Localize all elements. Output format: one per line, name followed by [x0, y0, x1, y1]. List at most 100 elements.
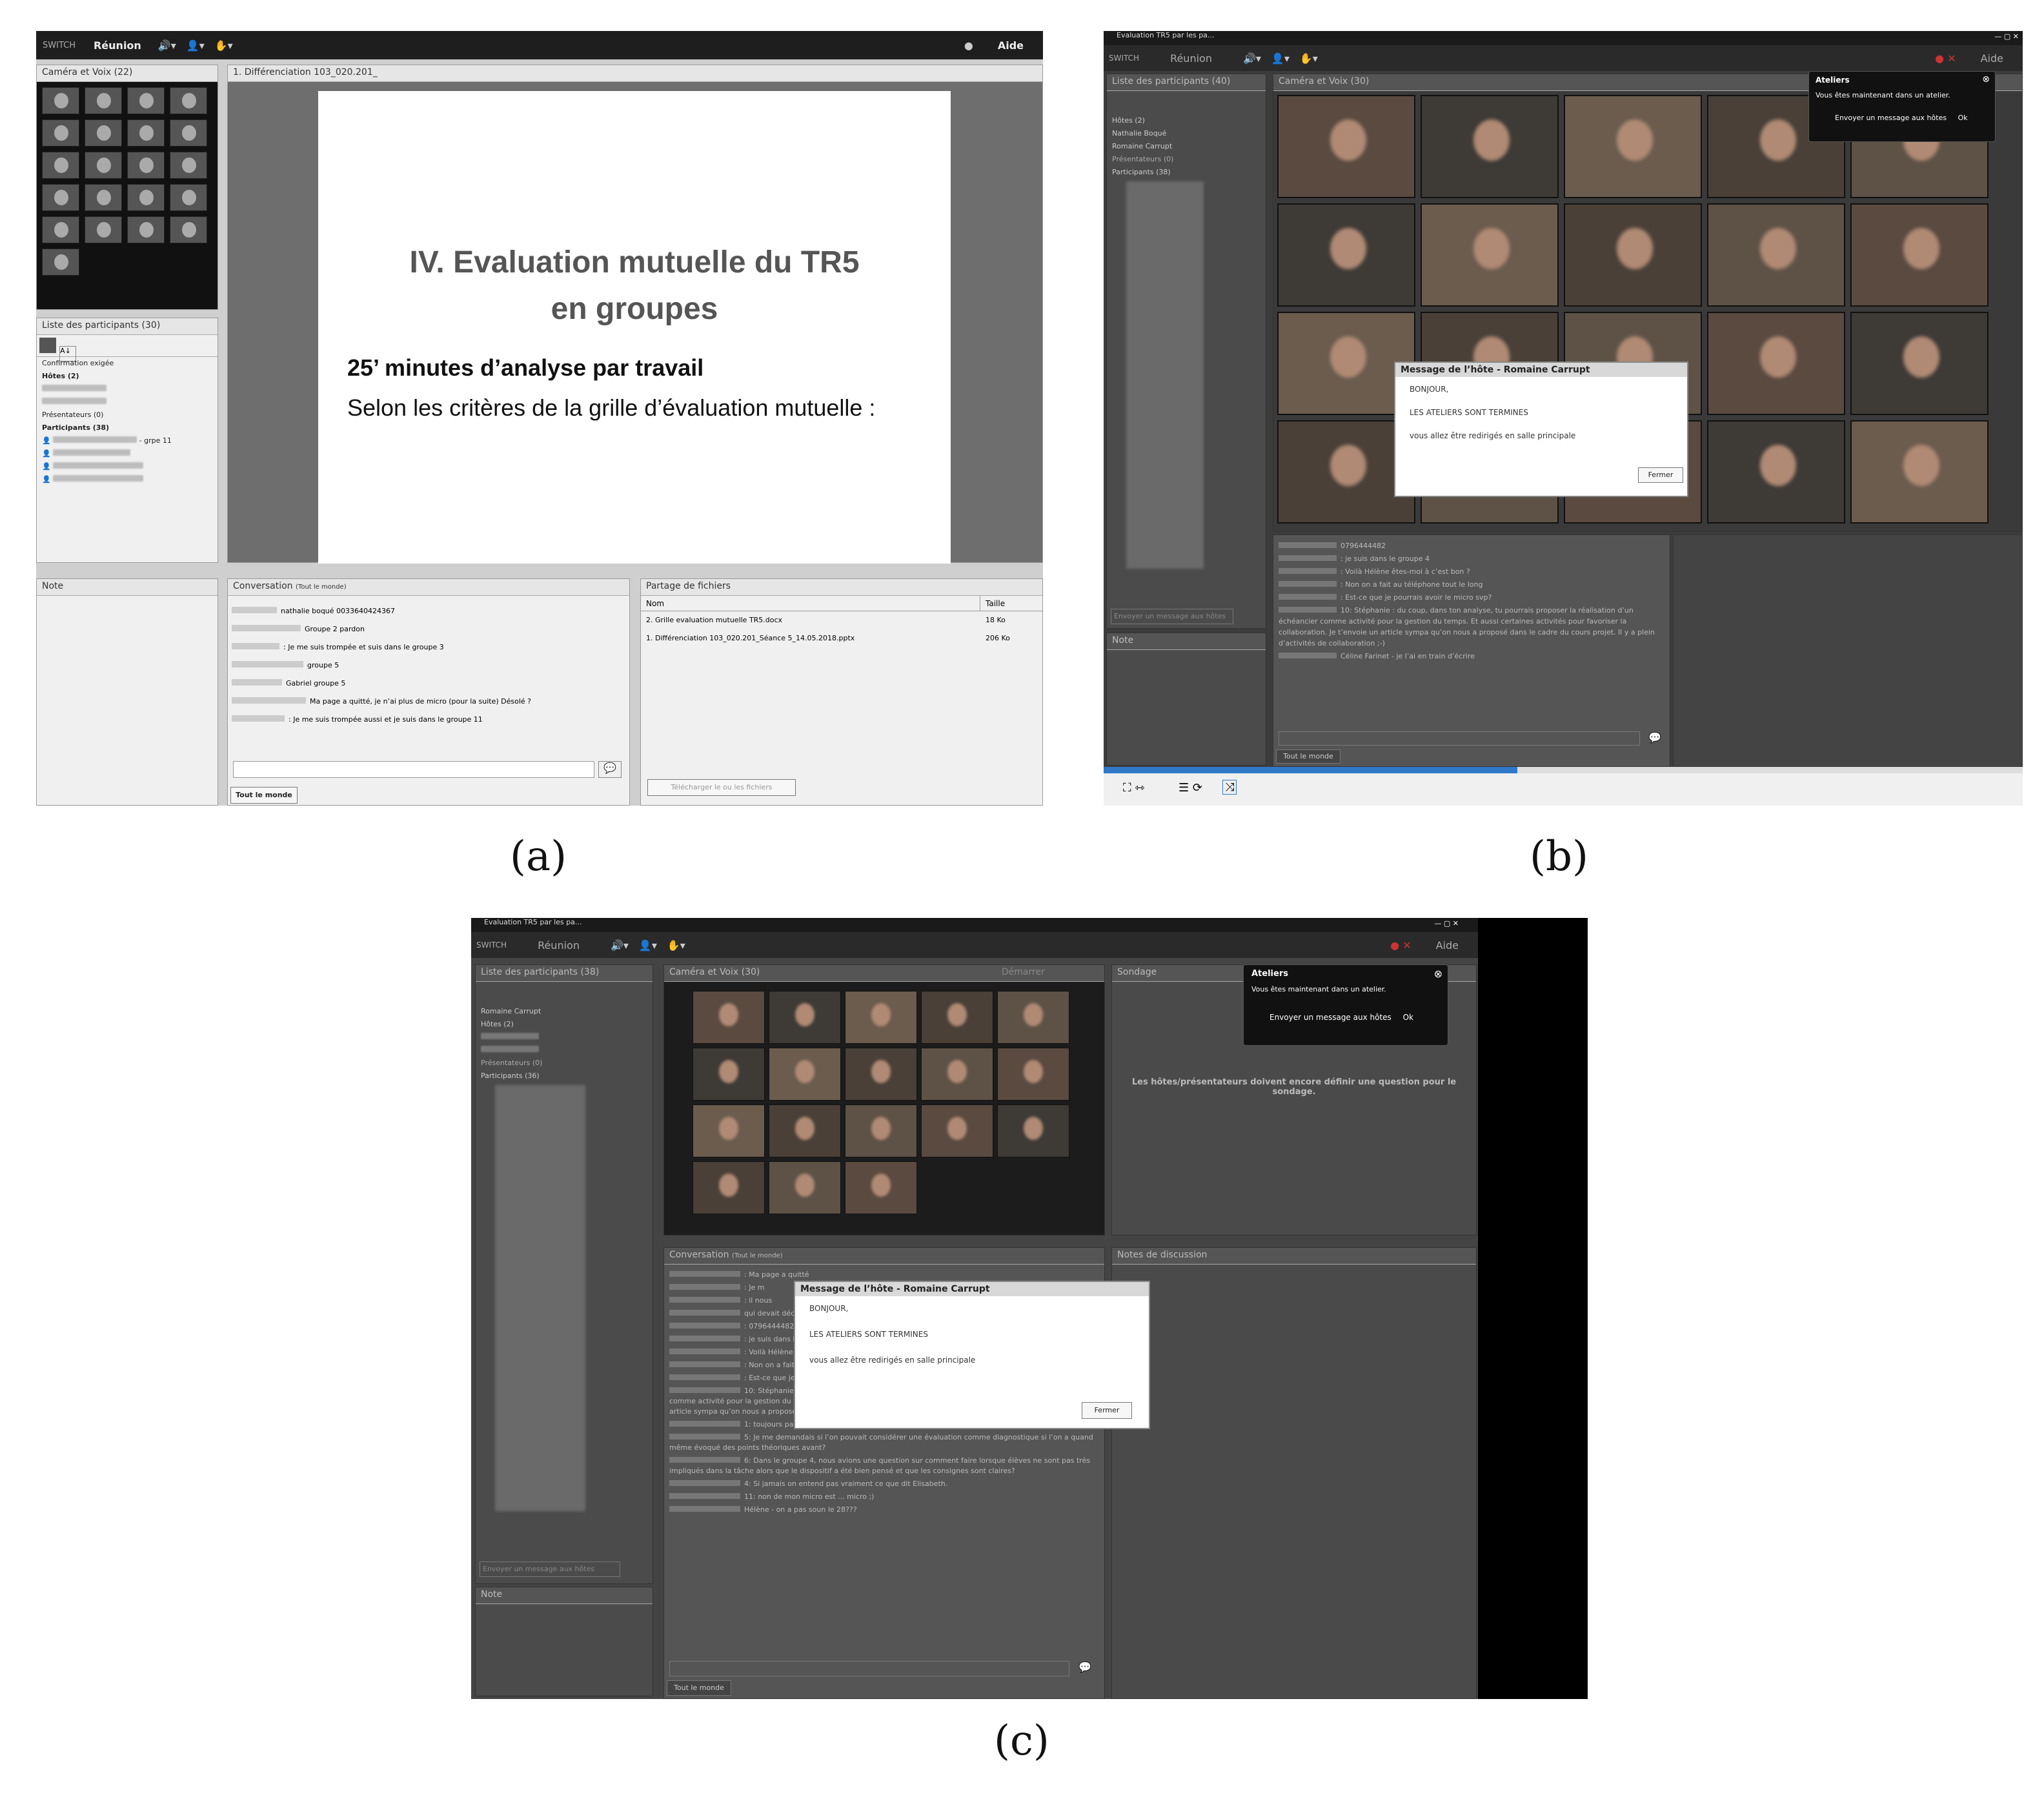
video-tile[interactable] — [170, 119, 207, 147]
help-menu[interactable]: Aide — [1417, 939, 1478, 951]
video-tile[interactable] — [693, 991, 765, 1044]
video-tile[interactable] — [127, 216, 165, 243]
tab-everyone[interactable]: Tout le monde — [667, 1680, 731, 1696]
start-camera-button[interactable]: Démarrer — [1002, 967, 1045, 977]
close-icon[interactable]: ⊗ — [1982, 74, 1990, 85]
video-tile[interactable] — [42, 152, 79, 179]
participants-group[interactable]: Participants (36) — [476, 1070, 653, 1083]
presenters-group[interactable]: Présentateurs (0) — [1107, 153, 1266, 166]
video-tile[interactable] — [127, 152, 165, 179]
video-tile[interactable] — [845, 991, 917, 1044]
video-tile[interactable] — [170, 152, 207, 179]
video-tile[interactable] — [1707, 312, 1845, 415]
help-menu[interactable]: Aide — [978, 39, 1043, 52]
video-tile[interactable] — [1707, 420, 1845, 524]
file-row[interactable]: 2. Grille evaluation mutuelle TR5.docx 18… — [641, 611, 1042, 629]
hosts-group[interactable]: Hôtes (2) — [37, 370, 218, 383]
hand-icon[interactable]: ✋▾ — [1300, 52, 1318, 65]
meeting-menu[interactable]: Réunion — [1144, 52, 1238, 65]
video-tile[interactable] — [997, 991, 1069, 1044]
window-close-icon[interactable]: — ▢ ✕ — [1434, 919, 1459, 928]
video-tile[interactable] — [997, 1104, 1069, 1157]
hand-icon[interactable]: ✋▾ — [215, 39, 233, 52]
close-button[interactable]: Fermer — [1082, 1402, 1132, 1419]
video-tile[interactable] — [1421, 203, 1559, 307]
video-tile[interactable] — [845, 1048, 917, 1101]
video-tile[interactable] — [85, 119, 122, 147]
help-menu[interactable]: Aide — [1961, 52, 2023, 65]
video-tile[interactable] — [1564, 203, 1702, 307]
speaker-icon[interactable]: 🔊▾ — [158, 39, 176, 52]
chat-input[interactable]: Envoyer un message aux hôtes — [480, 1562, 620, 1577]
hosts-group[interactable]: Hôtes (2) — [1107, 114, 1266, 127]
video-tile[interactable] — [769, 1161, 841, 1214]
video-tile[interactable] — [769, 1048, 841, 1101]
file-row[interactable]: 1. Différenciation 103_020.201_Séance 5_… — [641, 629, 1042, 647]
video-tile[interactable] — [1564, 95, 1702, 198]
host-row[interactable] — [37, 396, 218, 409]
participant-row[interactable]: 👤 — [37, 447, 218, 460]
col-name[interactable]: Nom — [641, 596, 980, 611]
shuffle-icon[interactable]: ⤨ — [1222, 780, 1237, 795]
close-button[interactable]: Fermer — [1638, 467, 1683, 483]
chat-field[interactable] — [669, 1661, 1069, 1676]
playback-progress[interactable] — [1104, 767, 2023, 773]
layout-icon[interactable]: ☰ ⟳ — [1179, 781, 1202, 795]
speaker-icon[interactable]: 🔊▾ — [611, 939, 629, 951]
video-tile[interactable] — [127, 87, 165, 114]
video-tile[interactable] — [85, 184, 122, 211]
chat-input[interactable] — [233, 761, 594, 778]
send-icon[interactable]: 💬 — [1073, 1661, 1097, 1676]
slide-tab[interactable]: 1. Différenciation 103_020.201_ — [228, 65, 1042, 82]
fullscreen-icon[interactable]: ⛶ ⇿ — [1123, 781, 1144, 795]
video-tile[interactable] — [170, 216, 207, 243]
video-tile[interactable] — [1707, 203, 1845, 307]
user-icon[interactable]: 👤▾ — [187, 39, 205, 52]
host-row[interactable] — [37, 383, 218, 396]
video-tile[interactable] — [845, 1161, 917, 1214]
list-view-icon[interactable] — [39, 338, 56, 353]
video-tile[interactable] — [42, 249, 79, 276]
chat-field[interactable] — [1279, 731, 1640, 746]
video-tile[interactable] — [127, 184, 165, 211]
video-tile[interactable] — [85, 152, 122, 179]
video-tile[interactable] — [170, 87, 207, 114]
video-tile[interactable] — [1277, 203, 1415, 307]
meeting-menu[interactable]: Réunion — [82, 39, 153, 52]
video-tile[interactable] — [42, 87, 79, 114]
video-tile[interactable] — [42, 119, 79, 147]
video-tile[interactable] — [42, 216, 79, 243]
video-tile[interactable] — [769, 1104, 841, 1157]
message-hosts-link[interactable]: Envoyer un message aux hôtes — [1270, 1013, 1391, 1022]
participants-group[interactable]: Participants (38) — [1107, 166, 1266, 179]
speaker-icon[interactable]: 🔊▾ — [1243, 52, 1261, 65]
video-tile[interactable] — [1277, 95, 1415, 198]
video-tile[interactable] — [845, 1104, 917, 1157]
video-tile[interactable] — [1421, 95, 1559, 198]
participant-row[interactable]: 👤 - grpe 11 — [37, 434, 218, 447]
chat-input[interactable]: Envoyer un message aux hôtes — [1111, 609, 1233, 624]
video-tile[interactable] — [693, 1048, 765, 1101]
host-row[interactable]: Romaine Carrupt — [1107, 140, 1266, 153]
close-icon[interactable]: ⊗ — [1434, 968, 1442, 980]
video-tile[interactable] — [693, 1104, 765, 1157]
video-tile[interactable] — [85, 87, 122, 114]
video-tile[interactable] — [921, 1104, 993, 1157]
video-tile[interactable] — [127, 119, 165, 147]
video-tile[interactable] — [921, 1048, 993, 1101]
presenters-group[interactable]: Présentateurs (0) — [37, 409, 218, 422]
send-icon[interactable]: 💬 — [598, 761, 622, 778]
message-hosts-link[interactable]: Envoyer un message aux hôtes — [1835, 114, 1947, 122]
participants-group[interactable]: Participants (38) — [37, 422, 218, 434]
tab-everyone[interactable]: Tout le monde — [1276, 749, 1341, 764]
video-tile[interactable] — [170, 184, 207, 211]
window-close-icon[interactable]: — ▢ ✕ — [1994, 32, 2019, 41]
hosts-group[interactable]: Hôtes (2) — [476, 1018, 653, 1031]
video-tile[interactable] — [1850, 203, 1988, 307]
video-tile[interactable] — [997, 1048, 1069, 1101]
presenters-group[interactable]: Présentateurs (0) — [476, 1057, 653, 1070]
send-icon[interactable]: 💬 — [1645, 731, 1665, 746]
video-tile[interactable] — [42, 184, 79, 211]
video-tile[interactable] — [921, 991, 993, 1044]
host-row[interactable] — [476, 1031, 653, 1044]
